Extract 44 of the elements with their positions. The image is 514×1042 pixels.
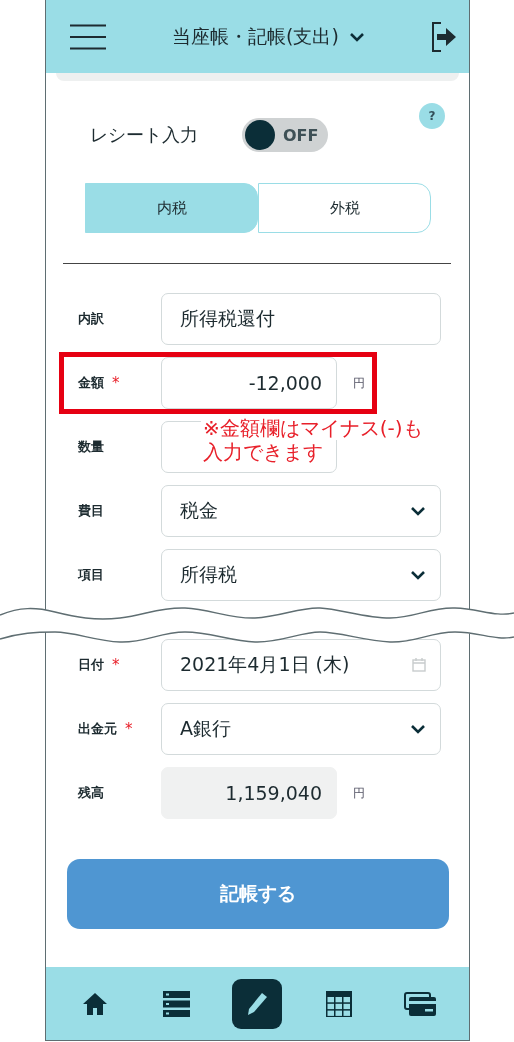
field-label: 費目 — [78, 502, 104, 520]
calendar-icon — [412, 658, 426, 672]
tax-tab[interactable]: 外税 — [258, 183, 431, 233]
amount-field[interactable]: -12,000 — [161, 357, 337, 409]
chevron-down-icon — [410, 724, 426, 734]
select-field[interactable]: 所得税 — [161, 549, 441, 601]
logout-icon[interactable] — [431, 21, 457, 52]
select-value: 税金 — [180, 498, 218, 523]
chevron-down-icon — [410, 570, 426, 580]
field-label: 項目 — [78, 566, 104, 584]
select-field[interactable]: A銀行 — [161, 703, 441, 755]
nav-button[interactable] — [232, 978, 283, 1029]
help-button[interactable]: ? — [419, 103, 445, 129]
home-icon — [81, 991, 108, 1016]
menu-icon[interactable] — [70, 23, 106, 50]
required-mark: * — [125, 720, 133, 738]
select-value: 所得税 — [180, 562, 237, 587]
annotation-tooltip: 入力できます — [201, 440, 325, 464]
receipt-toggle[interactable]: OFF — [242, 118, 328, 152]
page-title[interactable]: 当座帳・記帳(支出) — [172, 23, 365, 50]
field-label: 残高 — [78, 784, 104, 802]
unit-label: 円 — [353, 374, 365, 392]
list-icon — [162, 990, 190, 1017]
field-label: 出金元 — [78, 720, 117, 738]
receipt-input-label: レシート入力 — [90, 123, 198, 147]
date-value: 2021年4月1日 (木) — [180, 652, 350, 677]
chevron-down-icon — [410, 506, 426, 516]
select-field[interactable]: 税金 — [161, 485, 441, 537]
select-value: A銀行 — [180, 716, 231, 741]
field-label: 数量 — [78, 438, 104, 456]
unit-label: 円 — [353, 784, 365, 802]
required-mark: * — [112, 656, 120, 674]
field-label: 金額 — [78, 374, 104, 392]
cards-icon — [404, 991, 437, 1016]
field-label: 内訳 — [78, 310, 104, 328]
balance-field: 1,159,040 — [161, 767, 337, 819]
pencil-icon — [245, 990, 270, 1017]
required-mark: * — [112, 374, 120, 392]
field-label: 日付 — [78, 656, 104, 674]
table-icon — [325, 990, 352, 1017]
date-field[interactable]: 2021年4月1日 (木) — [161, 639, 441, 691]
text-field[interactable]: 所得税還付 — [161, 293, 441, 345]
chevron-down-icon — [348, 31, 365, 42]
tax-tab[interactable]: 内税 — [85, 183, 258, 233]
